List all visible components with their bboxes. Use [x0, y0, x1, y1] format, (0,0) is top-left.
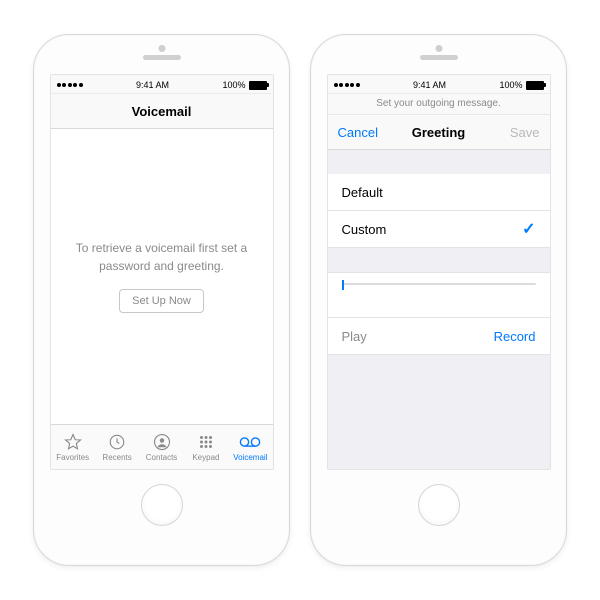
status-time: 9:41 AM: [83, 80, 223, 90]
status-right: 100%: [499, 80, 543, 90]
tab-recents[interactable]: Recents: [95, 425, 139, 469]
status-bar: 9:41 AM 100%: [51, 75, 273, 94]
contact-icon: [153, 433, 171, 451]
screen: 9:41 AM 100% Voicemail To retrieve a voi…: [50, 74, 274, 470]
nav-title: Greeting: [412, 125, 465, 140]
screen: 9:41 AM 100% Set your outgoing message. …: [327, 74, 551, 470]
tab-label: Voicemail: [233, 453, 267, 462]
option-label: Custom: [342, 222, 387, 237]
phone-earpiece: [143, 55, 181, 60]
status-time: 9:41 AM: [360, 80, 500, 90]
battery-icon: [249, 81, 267, 90]
battery-icon: [526, 81, 544, 90]
tab-contacts[interactable]: Contacts: [139, 425, 183, 469]
cancel-button[interactable]: Cancel: [328, 115, 388, 149]
tab-bar: Favorites Recents Contacts: [51, 424, 273, 469]
greeting-option-default[interactable]: Default: [328, 174, 550, 211]
keypad-icon: [197, 433, 215, 451]
nav-bar: Voicemail: [51, 94, 273, 129]
tab-label: Favorites: [56, 453, 89, 462]
nav-bar: Cancel Greeting Save: [328, 115, 550, 150]
phone-voicemail-setup: 9:41 AM 100% Voicemail To retrieve a voi…: [33, 34, 290, 566]
save-button[interactable]: Save: [500, 115, 550, 149]
home-button[interactable]: [141, 484, 183, 526]
battery-pct: 100%: [499, 80, 522, 90]
phone-camera: [158, 45, 165, 52]
empty-message: To retrieve a voicemail first set a pass…: [75, 240, 249, 275]
voicemail-icon: [239, 433, 261, 451]
play-button[interactable]: Play: [342, 329, 367, 344]
recording-progress[interactable]: [328, 272, 550, 318]
progress-track: [342, 283, 536, 285]
nav-title: Voicemail: [132, 104, 192, 119]
tab-voicemail[interactable]: Voicemail: [228, 425, 272, 469]
star-icon: [64, 433, 82, 451]
tab-favorites[interactable]: Favorites: [51, 425, 95, 469]
greeting-option-custom[interactable]: Custom ✓: [328, 211, 550, 248]
nav-help-text: Set your outgoing message.: [328, 94, 550, 115]
battery-pct: 100%: [222, 80, 245, 90]
status-right: 100%: [222, 80, 266, 90]
status-bar: 9:41 AM 100%: [328, 75, 550, 94]
checkmark-icon: ✓: [522, 219, 535, 239]
clock-icon: [108, 433, 126, 451]
tab-label: Recents: [102, 453, 131, 462]
progress-cursor: [342, 280, 344, 290]
option-label: Default: [342, 185, 383, 200]
phone-earpiece: [420, 55, 458, 60]
phone-camera: [435, 45, 442, 52]
tab-label: Keypad: [192, 453, 219, 462]
tab-keypad[interactable]: Keypad: [184, 425, 228, 469]
signal-indicator: [334, 83, 360, 87]
record-button[interactable]: Record: [494, 329, 536, 344]
tab-label: Contacts: [146, 453, 178, 462]
phone-greeting: 9:41 AM 100% Set your outgoing message. …: [310, 34, 567, 566]
voicemail-empty-state: To retrieve a voicemail first set a pass…: [51, 129, 273, 424]
signal-indicator: [57, 83, 83, 87]
home-button[interactable]: [418, 484, 460, 526]
setup-now-button[interactable]: Set Up Now: [119, 289, 204, 313]
